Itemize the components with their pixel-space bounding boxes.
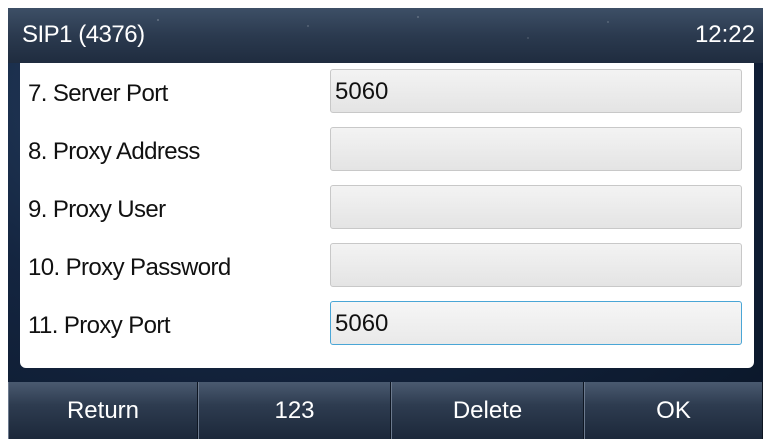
- row-proxy-user[interactable]: 9. Proxy User: [20, 179, 754, 237]
- server-port-label: 7. Server Port: [28, 80, 168, 107]
- proxy-user-label: 9. Proxy User: [28, 196, 166, 223]
- proxy-password-field[interactable]: [330, 243, 742, 287]
- row-proxy-port[interactable]: 11. Proxy Port 5060: [20, 295, 754, 353]
- title-bar: SIP1 (4376) 12:22: [8, 8, 763, 63]
- proxy-port-label: 11. Proxy Port: [28, 312, 170, 339]
- proxy-port-field[interactable]: 5060: [330, 301, 742, 345]
- settings-form: 7. Server Port 5060 8. Proxy Address 9. …: [20, 63, 754, 368]
- input-mode-button[interactable]: 123: [198, 382, 391, 439]
- account-title: SIP1 (4376): [22, 21, 145, 48]
- ok-button[interactable]: OK: [584, 382, 763, 439]
- softkey-bar: Return 123 Delete OK: [8, 382, 763, 439]
- server-port-field[interactable]: 5060: [330, 69, 742, 113]
- proxy-address-field[interactable]: [330, 127, 742, 171]
- proxy-password-label: 10. Proxy Password: [28, 254, 231, 281]
- row-proxy-password[interactable]: 10. Proxy Password: [20, 237, 754, 295]
- proxy-address-label: 8. Proxy Address: [28, 138, 200, 165]
- return-button[interactable]: Return: [8, 382, 198, 439]
- row-server-port[interactable]: 7. Server Port 5060: [20, 63, 754, 121]
- clock: 12:22: [694, 21, 755, 48]
- delete-button[interactable]: Delete: [391, 382, 584, 439]
- phone-screen: SIP1 (4376) 12:22 7. Server Port 5060 8.…: [8, 8, 763, 439]
- row-proxy-address[interactable]: 8. Proxy Address: [20, 121, 754, 179]
- proxy-user-field[interactable]: [330, 185, 742, 229]
